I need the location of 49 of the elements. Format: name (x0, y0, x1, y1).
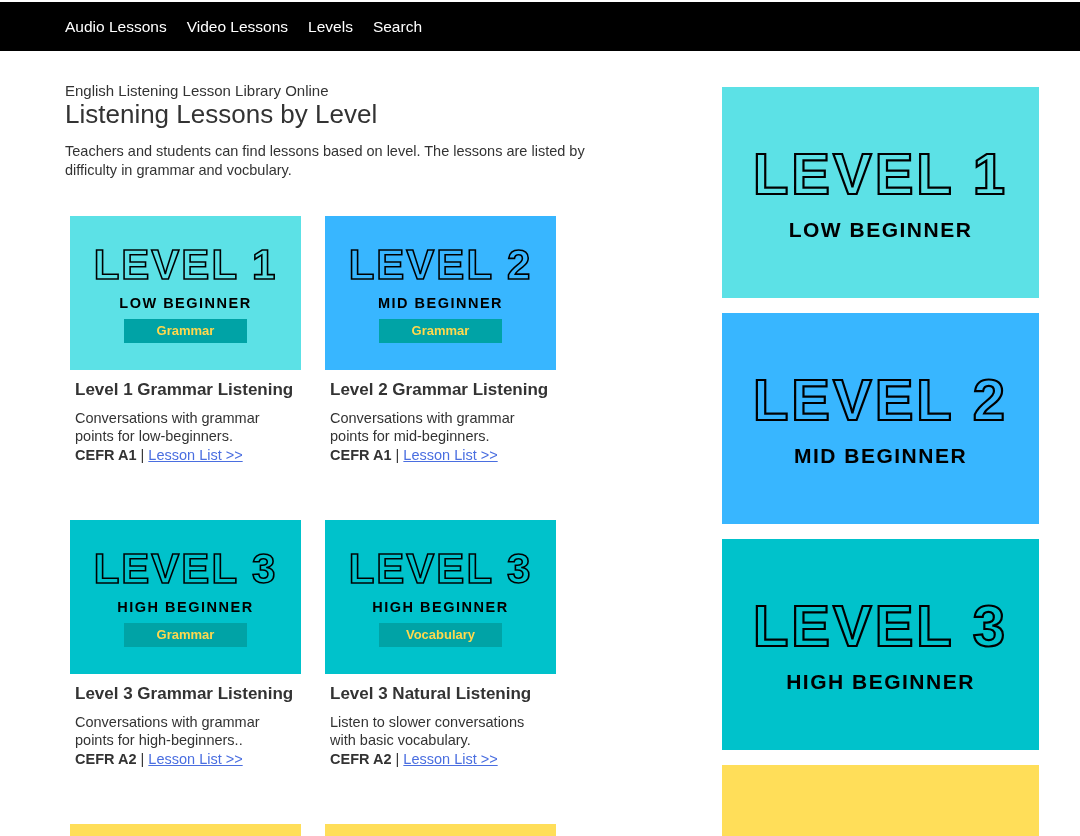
site-subtitle: English Listening Lesson Library Online (65, 83, 330, 100)
banner-sublevel-text: MID BEGINNER (793, 445, 968, 466)
lesson-description: Listen to slower conversations with basic vocabulary. (330, 713, 526, 750)
lesson-title: Level 3 Grammar Listening (75, 683, 295, 705)
intro-text: Teachers and students can find lessons based on level. The lessons are listed by difficulty in grammar and vocbulary. (65, 142, 586, 181)
level-banner[interactable]: LEVEL 2 MID BEGINNER Grammar (325, 216, 556, 371)
banner-tag: Grammar (124, 623, 247, 647)
cefr-level: CEFR A1 (75, 447, 137, 464)
banner-level-text: LEVEL 2 (752, 371, 1009, 429)
page-title: Listening Lessons by Level (65, 99, 379, 129)
lesson-description: Conversations with grammar points for high-beginners.. (75, 713, 261, 750)
cefr-level: CEFR A2 (75, 751, 137, 768)
lesson-list-link[interactable]: Lesson List >> (403, 447, 498, 464)
lesson-description: Conversations with grammar points for mid-beginners. (330, 409, 516, 446)
nav-link-item[interactable]: Search (372, 14, 423, 39)
banner-tag: Grammar (124, 319, 247, 343)
banner-sublevel-text: HIGH BEGINNER (786, 671, 975, 692)
separator: | (395, 751, 400, 768)
lesson-title: Level 1 Grammar Listening (75, 379, 295, 401)
banner-sublevel-text: LOW BEGINNER (119, 295, 252, 311)
banner-level-text: LEVEL 2 (348, 243, 533, 286)
lesson-list-link[interactable]: Lesson List >> (148, 751, 243, 768)
banner-level-text: LEVEL 3 (348, 547, 533, 590)
separator: | (140, 751, 145, 768)
cefr-level: CEFR A2 (330, 751, 392, 768)
lesson-title: Level 2 Grammar Listening (330, 379, 550, 401)
lesson-list-link[interactable]: Lesson List >> (403, 751, 498, 768)
banner-tag: Vocabulary (379, 623, 502, 647)
banner-tag: Grammar (379, 319, 502, 343)
lesson-title: Level 3 Natural Listening (330, 683, 533, 705)
level-banner[interactable]: LEVEL 3 HIGH BEGINNER Vocabulary (325, 520, 556, 675)
banner-sublevel-text: HIGH BEGINNER (372, 599, 509, 615)
nav-link-item[interactable]: Audio Lessons (65, 14, 167, 39)
separator: | (140, 447, 145, 464)
lesson-description: Conversations with grammar points for low-beginners. (75, 409, 261, 446)
nav-link-item[interactable]: Video Lessons (186, 14, 289, 39)
separator: | (395, 447, 400, 464)
cefr-level: CEFR A1 (330, 447, 392, 464)
level-banner[interactable]: LEVEL 1 LOW BEGINNER Grammar (70, 216, 301, 371)
banner-level-text: LEVEL 1 (93, 243, 278, 286)
banner-level-text: LEVEL 3 (93, 547, 278, 590)
banner-sublevel-text: LOW BEGINNER (788, 219, 973, 240)
nav-link-item[interactable]: Levels (308, 14, 353, 39)
banner-sublevel-text: MID BEGINNER (377, 295, 504, 311)
lesson-list-link[interactable]: Lesson List >> (148, 447, 243, 464)
banner-level-text: LEVEL 1 (752, 145, 1009, 203)
banner-level-text: LEVEL 3 (752, 597, 1009, 655)
banner-sublevel-text: HIGH BEGINNER (117, 599, 254, 615)
level-banner[interactable]: LEVEL 3 HIGH BEGINNER Grammar (70, 520, 301, 675)
